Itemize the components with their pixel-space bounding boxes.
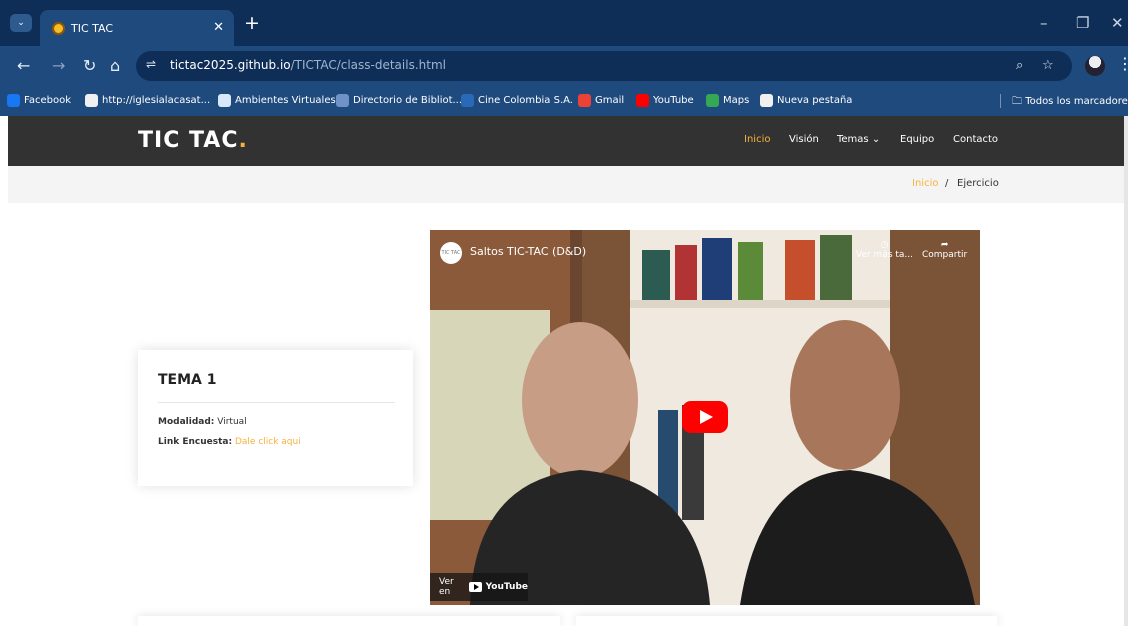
chevron-down-icon: ⌄: [871, 134, 881, 145]
share-button[interactable]: ➦ Compartir: [922, 240, 967, 260]
all-bookmarks-folder[interactable]: 🗀 Todos los marcadores: [1012, 94, 1128, 111]
encuesta-line: Link Encuesta: Dale click aqui: [158, 437, 301, 447]
page-viewport: TIC TAC. Inicio Visión Temas ⌄ Equipo Co…: [0, 116, 1128, 626]
bookmark-cine-colombia[interactable]: Cine Colombia S.A.: [461, 94, 573, 107]
video-title[interactable]: Saltos TIC-TAC (D&D): [470, 245, 586, 258]
breadcrumb-home-link[interactable]: Inicio: [912, 178, 938, 189]
site-navbar: TIC TAC. Inicio Visión Temas ⌄ Equipo Co…: [8, 116, 1128, 166]
bookmarks-bar: Facebook http://iglesialacasat... Ambien…: [0, 86, 1128, 116]
page-scrollbar[interactable]: [1124, 116, 1128, 626]
bookmark-gmail[interactable]: Gmail: [578, 94, 624, 107]
cine-colombia-icon: [461, 94, 474, 107]
menu-kebab-icon[interactable]: ⋮: [1117, 54, 1128, 73]
gmail-icon: [578, 94, 591, 107]
facebook-icon: [7, 94, 20, 107]
card-divider: [158, 402, 395, 403]
bookmark-directorio[interactable]: Directorio de Bibliot...: [336, 94, 462, 107]
url-text[interactable]: tictac2025.github.io/TICTAC/class-detail…: [170, 58, 446, 72]
course-title: TEMA 1: [158, 372, 217, 388]
home-icon[interactable]: ⌂: [110, 56, 120, 76]
forward-icon[interactable]: →: [52, 56, 65, 76]
url-path: /TICTAC/class-details.html: [290, 58, 446, 72]
minimize-icon[interactable]: –: [1040, 14, 1048, 32]
site-favicon-icon: [52, 21, 65, 35]
tab-close-icon[interactable]: ✕: [213, 20, 224, 35]
breadcrumb: Inicio / Ejercicio: [8, 166, 1128, 203]
profile-avatar[interactable]: [1085, 56, 1105, 76]
tab-search-button[interactable]: ⌄: [10, 14, 32, 32]
bookmark-star-icon[interactable]: ☆: [1042, 58, 1054, 73]
address-bar[interactable]: ⇌ tictac2025.github.io/TICTAC/class-deta…: [136, 51, 1072, 81]
bookmarks-separator: [1000, 94, 1001, 108]
watch-later-button[interactable]: ◷ Ver más ta...: [856, 240, 913, 260]
breadcrumb-current: Ejercicio: [957, 178, 999, 189]
share-icon: ➦: [940, 240, 949, 250]
reload-icon[interactable]: ↻: [83, 56, 96, 76]
new-tab-button[interactable]: +: [244, 14, 260, 33]
browser-toolbar: ← → ↻ ⌂ ⇌ tictac2025.github.io/TICTAC/cl…: [0, 46, 1128, 86]
youtube-video-embed[interactable]: TIC TAC Saltos TIC-TAC (D&D) ◷ Ver más ta…: [430, 230, 980, 605]
maps-icon: [706, 94, 719, 107]
bookmark-facebook[interactable]: Facebook: [7, 94, 71, 107]
back-icon[interactable]: ←: [17, 56, 30, 76]
active-tab[interactable]: TIC TAC ✕: [40, 10, 234, 46]
bookmark-maps[interactable]: Maps: [706, 94, 749, 107]
folder-icon: 🗀: [1012, 96, 1022, 107]
clock-icon: ◷: [880, 240, 889, 250]
bookmark-iglesia[interactable]: http://iglesialacasat...: [85, 94, 210, 107]
encuesta-link[interactable]: Dale click aqui: [235, 437, 301, 447]
nav-vision[interactable]: Visión: [789, 134, 819, 145]
globe-icon: [85, 94, 98, 107]
course-info-card: TEMA 1 Modalidad: Virtual Link Encuesta:…: [138, 350, 413, 486]
breadcrumb-separator: /: [945, 178, 949, 189]
site-logo[interactable]: TIC TAC.: [138, 128, 248, 153]
globe-icon: [760, 94, 773, 107]
youtube-logo-icon: [468, 582, 482, 592]
url-host: tictac2025.github.io: [170, 58, 291, 72]
site-info-icon[interactable]: ⇌: [146, 57, 156, 71]
bookmark-ambientes[interactable]: Ambientes Virtuales: [218, 94, 336, 107]
lower-card-left: [138, 616, 560, 626]
bookmark-youtube[interactable]: YouTube: [636, 94, 694, 107]
zoom-icon[interactable]: ⌕: [1016, 58, 1023, 73]
bookmark-nueva-pestana[interactable]: Nueva pestaña: [760, 94, 852, 107]
nav-inicio[interactable]: Inicio: [744, 134, 770, 145]
lower-card-right: [576, 616, 997, 626]
tab-title: TIC TAC: [71, 21, 114, 35]
watch-on-youtube-link[interactable]: Ver en YouTube: [430, 573, 528, 601]
close-window-icon[interactable]: ✕: [1111, 14, 1124, 32]
browser-tab-strip: ⌄ TIC TAC ✕ + – ❐ ✕: [0, 0, 1128, 46]
play-icon[interactable]: [682, 401, 728, 433]
directorio-icon: [336, 94, 349, 107]
nav-equipo[interactable]: Equipo: [900, 134, 934, 145]
restore-icon[interactable]: ❐: [1076, 14, 1089, 32]
nav-contacto[interactable]: Contacto: [953, 134, 998, 145]
modalidad-line: Modalidad: Virtual: [158, 417, 247, 427]
ambientes-icon: [218, 94, 231, 107]
nav-temas[interactable]: Temas ⌄: [837, 134, 880, 145]
youtube-icon: [636, 94, 649, 107]
channel-avatar-icon[interactable]: TIC TAC: [440, 242, 462, 264]
